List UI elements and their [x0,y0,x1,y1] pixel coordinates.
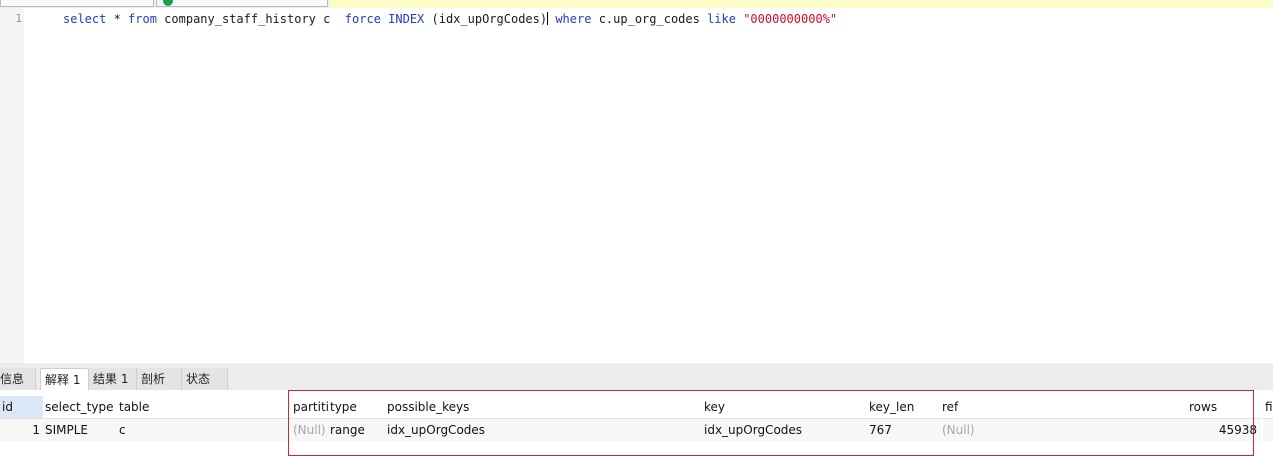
line-number: 1 [15,12,22,25]
editor-tab[interactable] [0,0,154,7]
editor-tab[interactable] [156,0,328,7]
column-header-select-type[interactable]: select_type [43,396,119,418]
query-toolbar [330,0,1273,8]
tab-message[interactable]: 信息 [0,368,36,390]
connection-icon [163,0,173,6]
cell-id[interactable]: 1 [0,418,44,441]
sql-text: c.up_org_codes [591,12,708,26]
sql-text: (idx_upOrgCodes) [424,12,548,26]
tab-explain[interactable]: 解释 1 [40,368,89,390]
result-tabs: 信息 解释 1 结果 1 剖析 状态 [0,366,1273,390]
tab-status[interactable]: 状态 [182,368,228,390]
highlight-box [288,390,1254,456]
sql-keyword: where [548,12,592,26]
editor-tab-bar [0,0,1273,8]
sql-text: * [106,12,129,26]
tab-profile[interactable]: 剖析 [137,368,182,390]
sql-text: company_staff_history c [156,12,345,26]
sql-keyword: from [128,12,157,26]
line-gutter [0,8,24,363]
sql-keyword: select [63,12,107,26]
sql-string: "0000000000%" [743,12,838,26]
cell-select-type[interactable]: SIMPLE [43,418,118,441]
sql-keyword: force INDEX [344,12,425,26]
sql-keyword: like [707,12,736,26]
column-header-id[interactable]: id [0,396,45,418]
tab-result[interactable]: 结果 1 [89,368,137,390]
cell-table[interactable]: c [117,418,291,441]
sql-editor[interactable]: select * from company_staff_history c fo… [63,12,837,26]
column-header-filtered[interactable]: fil [1263,396,1273,418]
cell-filtered[interactable] [1263,418,1273,441]
column-header-table[interactable]: table [117,396,292,418]
